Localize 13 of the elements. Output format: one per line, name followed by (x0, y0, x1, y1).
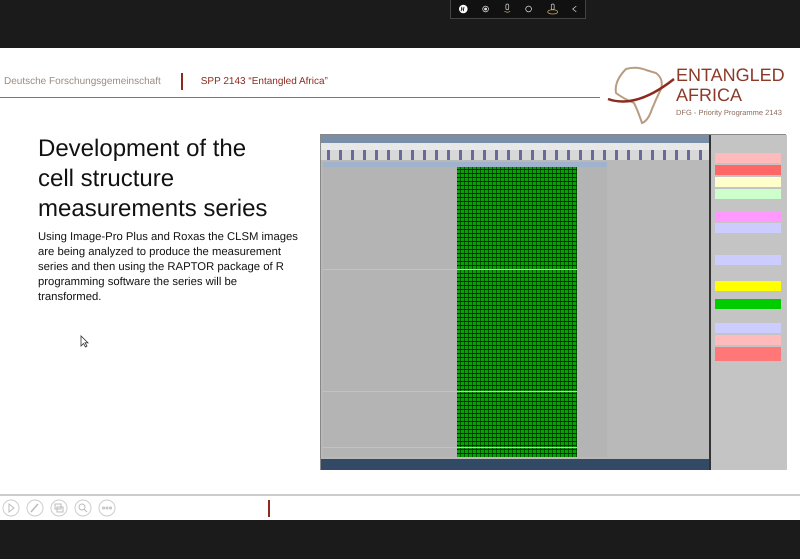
mouse-pointer-icon (80, 335, 89, 348)
logo-text: ENTANGLED (676, 65, 785, 85)
organization-name: Deutsche Forschungsgemeinschaft (4, 75, 161, 89)
program-name: SPP 2143 “Entangled Africa” (200, 75, 328, 89)
chevron-icon[interactable] (572, 4, 578, 14)
microphone-icon[interactable] (546, 1, 558, 17)
radio-icon[interactable] (482, 4, 489, 14)
logo-icon[interactable] (459, 3, 468, 15)
slide-body-text: Using Image-Pro Plus and Roxas the CLSM images are being analyzed to produce the measurement series and then using the RAPTOR package of R programming software the series will be transformed. (38, 230, 299, 305)
slide-title: Development of the cell structure measurements series (38, 134, 268, 224)
logo-text: AFRICA (676, 85, 744, 105)
africa-map-icon (606, 65, 676, 127)
circle-icon[interactable] (525, 4, 533, 14)
